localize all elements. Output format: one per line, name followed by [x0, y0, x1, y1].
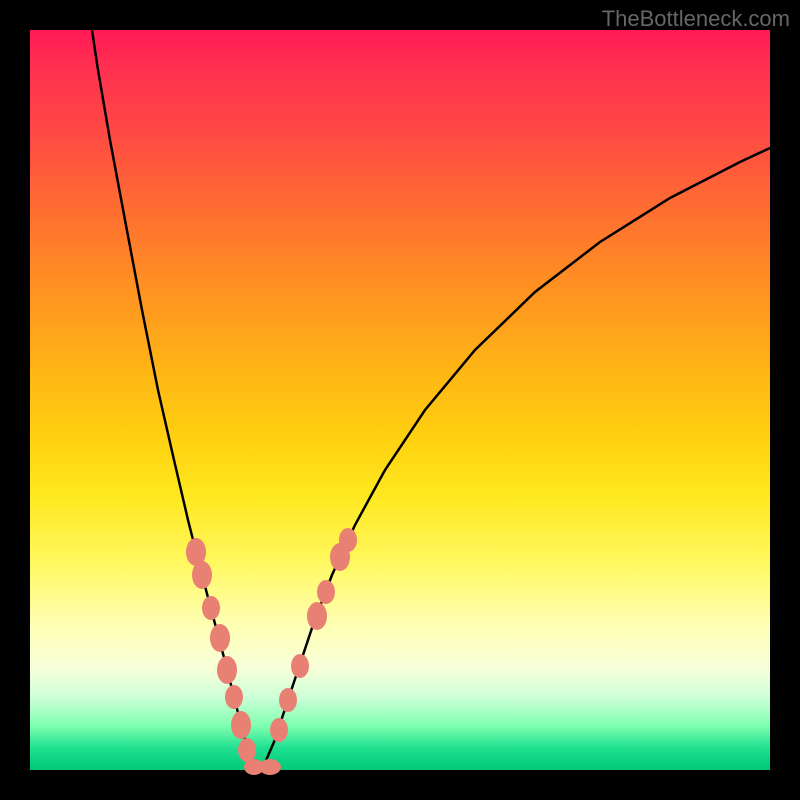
data-marker [307, 602, 327, 630]
marker-group [186, 528, 357, 775]
data-marker [317, 580, 335, 604]
data-marker [339, 528, 357, 552]
data-marker [238, 738, 256, 762]
right-branch-curve [256, 148, 770, 770]
data-marker [291, 654, 309, 678]
data-marker [270, 718, 288, 742]
plot-area [30, 30, 770, 770]
data-marker [279, 688, 297, 712]
data-marker [210, 624, 230, 652]
curve-svg [30, 30, 770, 770]
watermark-text: TheBottleneck.com [602, 6, 790, 32]
data-marker [225, 685, 243, 709]
data-marker [231, 711, 251, 739]
data-marker [259, 759, 281, 775]
data-marker [217, 656, 237, 684]
data-marker [192, 561, 212, 589]
data-marker [202, 596, 220, 620]
